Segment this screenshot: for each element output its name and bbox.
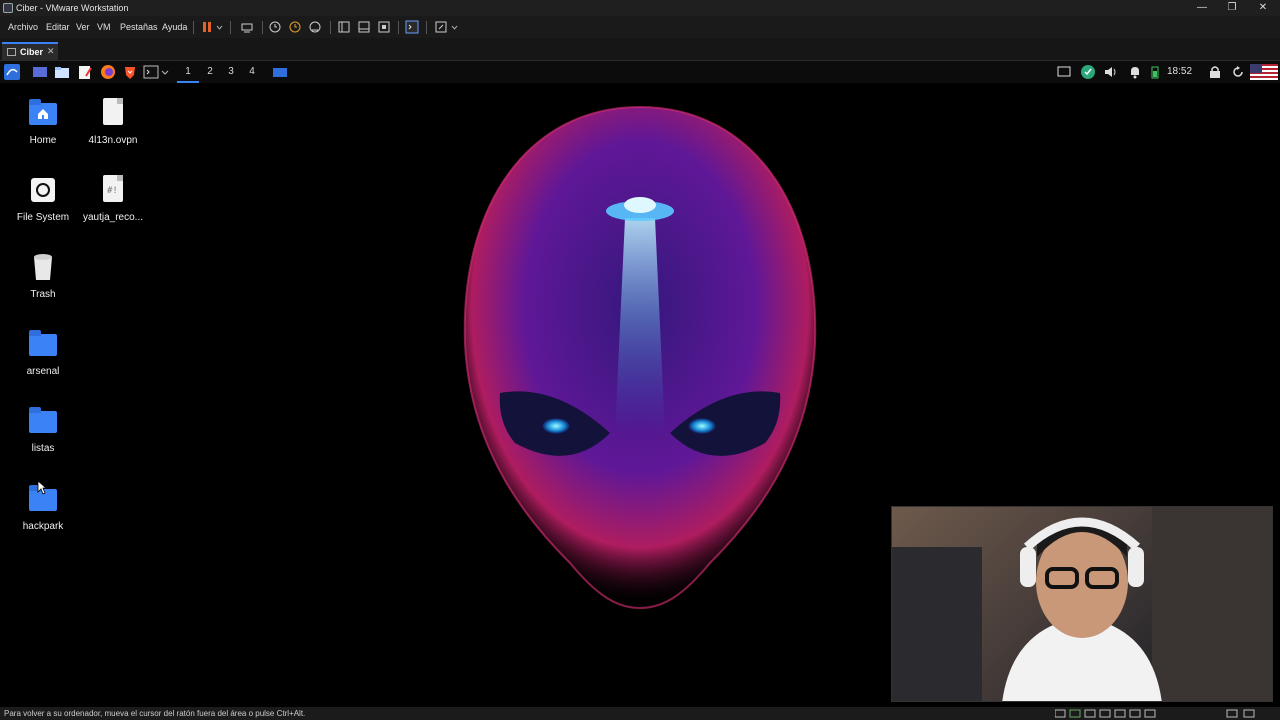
alien-head-wallpaper (463, 105, 817, 610)
mouse-cursor-icon (37, 480, 47, 495)
desktop-icon-file-system[interactable]: File System (3, 174, 83, 223)
file-manager-icon[interactable] (54, 64, 70, 80)
tab-ciber[interactable]: Ciber ✕ (2, 42, 58, 60)
menu-editar[interactable]: Editar (46, 21, 70, 33)
text-editor-icon[interactable] (77, 64, 93, 80)
console-view-icon[interactable] (357, 20, 371, 34)
whisker-menu-icon[interactable] (4, 64, 20, 80)
menu-ayuda[interactable]: Ayuda (162, 21, 187, 33)
script-document-icon: #! (97, 174, 129, 206)
desktop-icon-label: File System (16, 212, 70, 223)
terminal-icon[interactable] (143, 64, 159, 80)
svg-text:#!: #! (107, 186, 118, 194)
stretch-guest-icon[interactable] (434, 20, 448, 34)
vmware-app-icon (3, 3, 13, 13)
display-icon[interactable] (1056, 64, 1072, 80)
workspace-4[interactable]: 4 (245, 64, 259, 80)
folder-icon (27, 405, 59, 437)
pause-icon[interactable] (200, 20, 214, 34)
desktop-icon-arsenal[interactable]: arsenal (3, 328, 83, 377)
document-icon (97, 97, 129, 129)
desktop-icon-listas[interactable]: listas (3, 405, 83, 454)
battery-icon[interactable] (1150, 64, 1160, 80)
home-folder-icon (27, 97, 59, 129)
menu-pestanas[interactable]: Pestañas (120, 21, 158, 33)
revert-snapshot-icon[interactable] (288, 20, 302, 34)
workspace-2[interactable]: 2 (203, 64, 217, 80)
desktop-icon-yautja-script[interactable]: #! yautja_reco... (73, 174, 153, 223)
desktop-icon-label: listas (31, 443, 55, 454)
presenter-video-image (892, 507, 1272, 701)
desktop-icon-4l13n-ovpn[interactable]: 4l13n.ovpn (73, 97, 153, 146)
toolbar-separator (230, 21, 231, 34)
window-titlebar: Ciber - VMware Workstation — ❐ ✕ (0, 0, 1280, 16)
minimize-button[interactable]: — (1186, 0, 1218, 16)
desktop-icon-label: 4l13n.ovpn (88, 135, 138, 146)
vm-icon (7, 48, 16, 56)
snapshot-icon[interactable] (268, 20, 282, 34)
snapshot-manager-icon[interactable] (308, 20, 322, 34)
workspace-3[interactable]: 3 (224, 64, 238, 80)
desktop-icon-label: arsenal (26, 366, 60, 377)
device-status-icons[interactable] (1055, 709, 1255, 718)
window-button-icon[interactable] (272, 64, 288, 80)
desktop-icon-label: hackpark (22, 521, 64, 532)
desktop-icon-trash[interactable]: Trash (3, 251, 83, 300)
close-button[interactable]: ✕ (1247, 0, 1279, 16)
toolbar-separator (193, 21, 194, 34)
trash-icon (27, 251, 59, 283)
send-ctrl-alt-del-icon[interactable] (240, 20, 254, 34)
show-desktop-icon[interactable] (32, 64, 48, 80)
panel-clock[interactable]: 18:52 (1167, 65, 1192, 79)
notification-bell-icon[interactable] (1127, 64, 1143, 80)
chevron-down-icon[interactable] (450, 20, 459, 34)
brave-browser-icon[interactable] (122, 64, 138, 80)
terminal-view-icon[interactable] (405, 20, 419, 34)
desktop-icon-label: Home (29, 135, 57, 146)
chevron-down-icon[interactable] (215, 20, 224, 34)
webcam-overlay (891, 506, 1273, 702)
desktop-icon-home[interactable]: Home (3, 97, 83, 146)
menu-vm[interactable]: VM (97, 21, 111, 33)
workspace-1[interactable]: 1 (177, 64, 199, 83)
desktop-icon-label: Trash (30, 289, 56, 300)
tab-close-icon[interactable]: ✕ (47, 46, 55, 57)
toolbar-separator (262, 21, 263, 34)
drive-icon (27, 174, 59, 206)
library-view-icon[interactable] (337, 20, 351, 34)
us-flag-keyboard-layout-icon[interactable] (1250, 64, 1278, 80)
fullscreen-icon[interactable] (377, 20, 391, 34)
tab-label: Ciber (20, 47, 44, 57)
folder-icon (27, 328, 59, 360)
window-title: Ciber - VMware Workstation (16, 3, 129, 13)
toolbar-separator (398, 21, 399, 34)
guest-top-panel: 1 2 3 4 18:52 (0, 61, 1280, 83)
maximize-button[interactable]: ❐ (1216, 0, 1248, 16)
menu-ver[interactable]: Ver (76, 21, 90, 33)
status-message: Para volver a su ordenador, mueva el cur… (4, 709, 306, 718)
status-bar: Para volver a su ordenador, mueva el cur… (0, 707, 1280, 720)
menu-archivo[interactable]: Archivo (8, 21, 38, 33)
vm-tab-bar: Ciber ✕ (0, 38, 1280, 61)
menubar: Archivo Editar Ver VM Pestañas Ayuda (0, 16, 1280, 38)
desktop-icon-label: yautja_reco... (82, 212, 144, 223)
restart-icon[interactable] (1230, 64, 1246, 80)
firefox-icon[interactable] (100, 64, 116, 80)
lock-screen-icon[interactable] (1207, 64, 1223, 80)
toolbar-separator (330, 21, 331, 34)
volume-icon[interactable] (1103, 64, 1119, 80)
vpn-status-icon[interactable] (1080, 64, 1096, 80)
chevron-down-icon[interactable] (160, 64, 170, 80)
toolbar-separator (426, 21, 427, 34)
